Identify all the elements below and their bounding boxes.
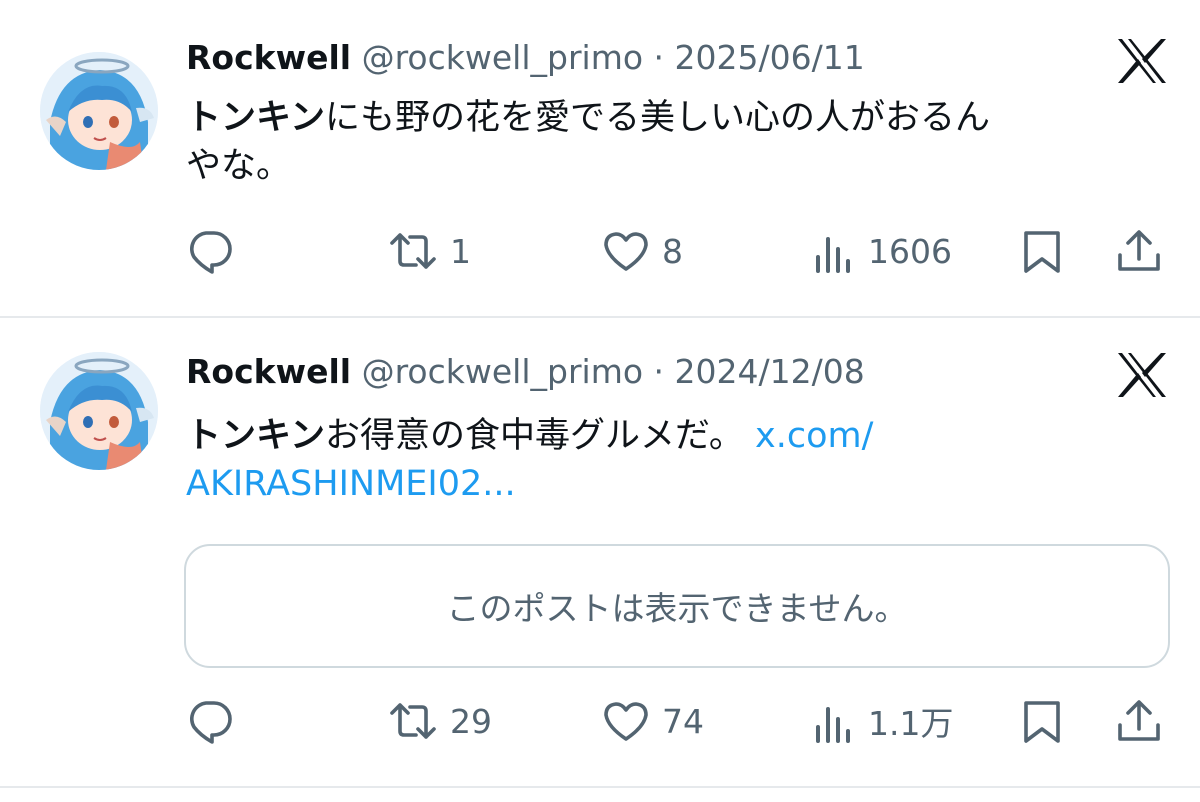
views-button[interactable]: 1.1万 <box>812 696 953 746</box>
reply-icon <box>190 231 232 274</box>
tweet-text-line2: やな。 <box>186 146 292 186</box>
like-icon <box>604 232 648 271</box>
tweet-text-bold: トンキン <box>186 416 325 456</box>
author-handle[interactable]: @rockwell_primo <box>362 38 643 77</box>
tweet-header: Rockwell @rockwell_primo · 2024/12/08 <box>186 352 865 392</box>
quote-unavailable-text: このポストは表示できません。 <box>446 589 908 628</box>
like-button[interactable]: 8 <box>602 226 683 276</box>
tweet-2[interactable]: Rockwell @rockwell_primo · 2024/12/08 トン… <box>0 318 1200 786</box>
tweet-actions: 29 74 1.1万 <box>0 696 1200 746</box>
like-count: 74 <box>662 701 704 741</box>
tweet-link-continued[interactable]: AKIRASHINMEI02... <box>186 464 516 504</box>
bookmark-button[interactable] <box>1020 226 1064 276</box>
tweet-link[interactable]: x.com/ <box>755 416 873 456</box>
repost-icon <box>390 233 436 269</box>
like-icon <box>604 702 648 741</box>
tweet-actions: 1 8 1606 <box>0 226 1200 276</box>
tweet-1[interactable]: Rockwell @rockwell_primo · 2025/06/11 トン… <box>0 0 1200 316</box>
repost-count: 1 <box>450 231 471 271</box>
tweet-text-bold: トンキン <box>186 98 325 138</box>
views-button[interactable]: 1606 <box>812 226 952 276</box>
tweet-text: トンキンお得意の食中毒グルメだ。 x.com/ AKIRASHINMEI02..… <box>186 412 1176 508</box>
views-count: 1606 <box>868 231 952 271</box>
avatar[interactable] <box>40 352 158 470</box>
like-count: 8 <box>662 231 683 271</box>
reply-button[interactable] <box>186 696 246 746</box>
author-handle[interactable]: @rockwell_primo <box>362 352 643 391</box>
views-icon <box>816 237 850 273</box>
share-icon <box>1118 700 1160 741</box>
tweet-text-rest: お得意の食中毒グルメだ。 <box>324 416 744 456</box>
reply-button[interactable] <box>186 226 246 276</box>
author-name[interactable]: Rockwell <box>186 38 351 77</box>
post-date[interactable]: 2025/06/11 <box>675 38 865 77</box>
separator: · <box>653 38 665 77</box>
x-logo-icon <box>1114 350 1170 400</box>
share-button[interactable] <box>1114 696 1164 746</box>
tweet-text: トンキンにも野の花を愛でる美しい心の人がおるん やな。 <box>186 94 1176 190</box>
tweet-text-rest: にも野の花を愛でる美しい心の人がおるん <box>324 98 990 138</box>
repost-count: 29 <box>450 701 492 741</box>
share-button[interactable] <box>1114 226 1164 276</box>
post-date[interactable]: 2024/12/08 <box>675 352 865 391</box>
x-logo-icon <box>1114 36 1170 86</box>
like-button[interactable]: 74 <box>602 696 704 746</box>
repost-button[interactable]: 29 <box>388 696 492 746</box>
share-icon <box>1118 230 1160 271</box>
bookmark-icon <box>1024 231 1060 273</box>
divider <box>0 786 1200 788</box>
repost-icon <box>390 703 436 739</box>
quote-unavailable-card: このポストは表示できません。 <box>184 544 1170 668</box>
views-count: 1.1万 <box>868 704 954 743</box>
views-icon <box>816 707 850 743</box>
tweet-header: Rockwell @rockwell_primo · 2025/06/11 <box>186 38 865 78</box>
bookmark-icon <box>1024 701 1060 743</box>
repost-button[interactable]: 1 <box>388 226 471 276</box>
author-name[interactable]: Rockwell <box>186 352 351 391</box>
avatar[interactable] <box>40 52 158 170</box>
reply-icon <box>190 701 232 744</box>
bookmark-button[interactable] <box>1020 696 1064 746</box>
separator: · <box>653 352 665 391</box>
